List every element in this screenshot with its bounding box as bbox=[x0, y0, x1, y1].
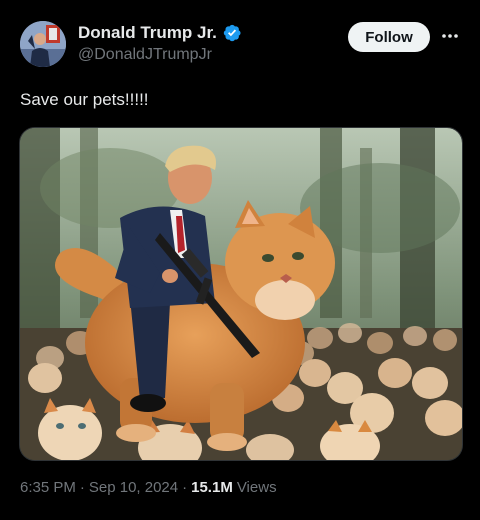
tweet-media-image[interactable] bbox=[19, 127, 463, 461]
avatar[interactable] bbox=[20, 21, 66, 67]
handle[interactable]: @DonaldJTrumpJr bbox=[78, 46, 242, 64]
author-names: Donald Trump Jr. @DonaldJTrumpJr bbox=[78, 23, 242, 64]
views-count[interactable]: 15.1M bbox=[191, 479, 233, 496]
avatar-photo bbox=[20, 21, 66, 67]
tweet-meta: 6:35 PM · Sep 10, 2024 · 15.1M Views bbox=[20, 479, 277, 496]
tweet-date[interactable]: Sep 10, 2024 bbox=[89, 479, 178, 496]
follow-button[interactable]: Follow bbox=[348, 22, 430, 52]
tweet-text: Save our pets!!!!! bbox=[20, 90, 149, 109]
display-name[interactable]: Donald Trump Jr. bbox=[78, 23, 217, 43]
tweet-header: Donald Trump Jr. @DonaldJTrumpJr Follow bbox=[20, 18, 462, 72]
more-icon[interactable] bbox=[438, 24, 462, 48]
views-label: Views bbox=[236, 479, 277, 496]
verified-badge-icon[interactable] bbox=[222, 23, 242, 43]
meta-separator: · bbox=[79, 479, 85, 496]
ai-image bbox=[20, 128, 462, 460]
tweet-time[interactable]: 6:35 PM bbox=[20, 479, 76, 496]
meta-separator: · bbox=[182, 479, 188, 496]
